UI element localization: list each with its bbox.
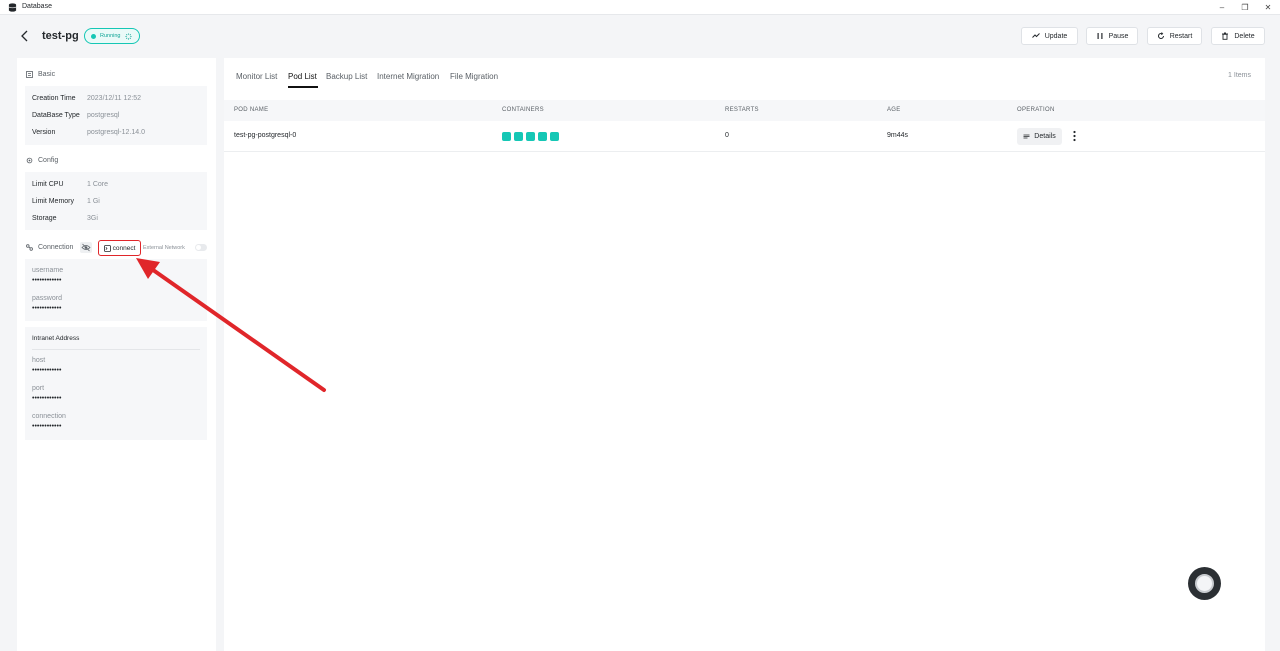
tab-monitor-list[interactable]: Monitor List xyxy=(236,72,277,81)
config-title: Config xyxy=(38,157,59,164)
column-restarts: RESTARTS xyxy=(725,107,759,113)
status-badge: Running xyxy=(84,28,140,44)
external-network-toggle[interactable] xyxy=(195,244,207,251)
limit-memory-label: Limit Memory xyxy=(32,198,75,205)
container-status-icon xyxy=(502,132,511,141)
delete-button[interactable]: Delete xyxy=(1211,27,1265,45)
username-value: •••••••••••• xyxy=(32,277,62,284)
password-label: password xyxy=(32,295,62,302)
database-icon xyxy=(8,3,17,12)
app-title: Database xyxy=(22,3,52,10)
update-button[interactable]: Update xyxy=(1021,27,1078,45)
terminal-icon xyxy=(103,244,111,252)
status-dot-icon xyxy=(91,33,96,39)
column-pod-name: POD NAME xyxy=(234,107,269,113)
tab-backup-list[interactable]: Backup List xyxy=(326,72,367,81)
connection-value: •••••••••••• xyxy=(32,423,62,430)
items-count: 1 Items xyxy=(1228,72,1251,79)
table-row: test-pg-postgresql-0 0 9m44s Details xyxy=(224,121,1265,152)
update-label: Update xyxy=(1044,32,1068,40)
hide-password-icon[interactable] xyxy=(80,242,92,253)
version-label: Version xyxy=(32,129,56,136)
divider xyxy=(32,349,200,350)
list-icon xyxy=(1023,134,1030,139)
close-button[interactable]: ✕ xyxy=(1262,2,1274,13)
document-icon xyxy=(26,71,33,78)
update-icon xyxy=(1031,33,1040,38)
floating-assistant-button[interactable] xyxy=(1188,567,1221,600)
intranet-address-box: Intranet Address host •••••••••••• port … xyxy=(25,327,207,440)
basic-info-box: Creation Time 2023/12/11 12:52 DataBase … xyxy=(25,86,207,145)
restart-label: Restart xyxy=(1169,32,1193,40)
gear-icon xyxy=(26,157,33,164)
page-title: test-pg xyxy=(42,30,79,42)
config-info-box: Limit CPU 1 Core Limit Memory 1 Gi Stora… xyxy=(25,172,207,230)
port-value: •••••••••••• xyxy=(32,395,62,402)
limit-memory-value: 1 Gi xyxy=(87,198,100,205)
status-text: Running xyxy=(100,33,121,39)
container-status-icon xyxy=(526,132,535,141)
pod-name-cell: test-pg-postgresql-0 xyxy=(234,132,297,139)
container-status-icon xyxy=(550,132,559,141)
intranet-address-title: Intranet Address xyxy=(32,335,80,342)
restarts-cell: 0 xyxy=(725,132,729,139)
connection-title: Connection xyxy=(38,244,74,251)
title-bar: Database – ❐ ✕ xyxy=(0,0,1280,15)
loading-icon xyxy=(124,32,132,40)
table-header: POD NAME CONTAINERS RESTARTS AGE OPERATI… xyxy=(224,100,1265,121)
column-age: AGE xyxy=(887,107,901,113)
containers-cell xyxy=(502,132,559,141)
storage-value: 3Gi xyxy=(87,215,98,222)
basic-title: Basic xyxy=(38,71,56,78)
column-containers: CONTAINERS xyxy=(502,107,544,113)
container-status-icon xyxy=(538,132,547,141)
external-network-label: External Network xyxy=(143,245,185,251)
tab-internet-migration[interactable]: Internet Migration xyxy=(377,72,439,81)
basic-section-title: Basic xyxy=(26,71,55,78)
limit-cpu-label: Limit CPU xyxy=(32,181,64,188)
age-cell: 9m44s xyxy=(887,132,909,139)
config-section-title: Config xyxy=(26,157,58,164)
back-arrow-icon[interactable] xyxy=(20,30,30,42)
limit-cpu-value: 1 Core xyxy=(87,181,109,188)
restart-icon xyxy=(1157,32,1164,39)
connect-label: connect xyxy=(112,244,136,252)
port-label: port xyxy=(32,385,45,392)
tab-file-migration[interactable]: File Migration xyxy=(450,72,498,81)
username-label: username xyxy=(32,267,64,274)
details-label: Details xyxy=(1034,133,1056,140)
container-status-icon xyxy=(514,132,523,141)
database-type-label: DataBase Type xyxy=(32,112,80,119)
minimize-button[interactable]: – xyxy=(1216,2,1228,13)
details-button[interactable]: Details xyxy=(1017,128,1062,145)
credentials-box: username •••••••••••• password •••••••••… xyxy=(25,259,207,321)
version-value: postgresql-12.14.0 xyxy=(87,129,145,136)
tab-pod-list[interactable]: Pod List xyxy=(288,72,317,81)
delete-label: Delete xyxy=(1234,32,1255,40)
pause-icon xyxy=(1097,33,1103,39)
assistant-icon xyxy=(1195,574,1214,593)
database-type-value: postgresql xyxy=(87,112,120,119)
active-tab-indicator xyxy=(288,86,318,88)
column-operation: OPERATION xyxy=(1017,107,1055,113)
restore-button[interactable]: ❐ xyxy=(1239,2,1251,13)
pause-button[interactable]: Pause xyxy=(1086,27,1138,45)
connect-button[interactable]: connect xyxy=(98,240,141,256)
pause-label: Pause xyxy=(1108,32,1129,40)
creation-time-value: 2023/12/11 12:52 xyxy=(87,95,141,102)
host-value: •••••••••••• xyxy=(32,367,62,374)
password-value: •••••••••••• xyxy=(32,305,62,312)
restart-button[interactable]: Restart xyxy=(1147,27,1202,45)
host-label: host xyxy=(32,357,46,364)
link-icon xyxy=(26,244,33,251)
connection-label: connection xyxy=(32,413,66,420)
connection-section-title: Connection xyxy=(26,244,73,251)
trash-icon xyxy=(1222,32,1229,40)
more-options-icon[interactable] xyxy=(1072,129,1077,143)
detail-panel: Basic Creation Time 2023/12/11 12:52 Dat… xyxy=(17,58,216,651)
pod-list-panel: Monitor List Pod List Backup List Intern… xyxy=(224,58,1265,651)
storage-label: Storage xyxy=(32,215,57,222)
creation-time-label: Creation Time xyxy=(32,95,76,102)
